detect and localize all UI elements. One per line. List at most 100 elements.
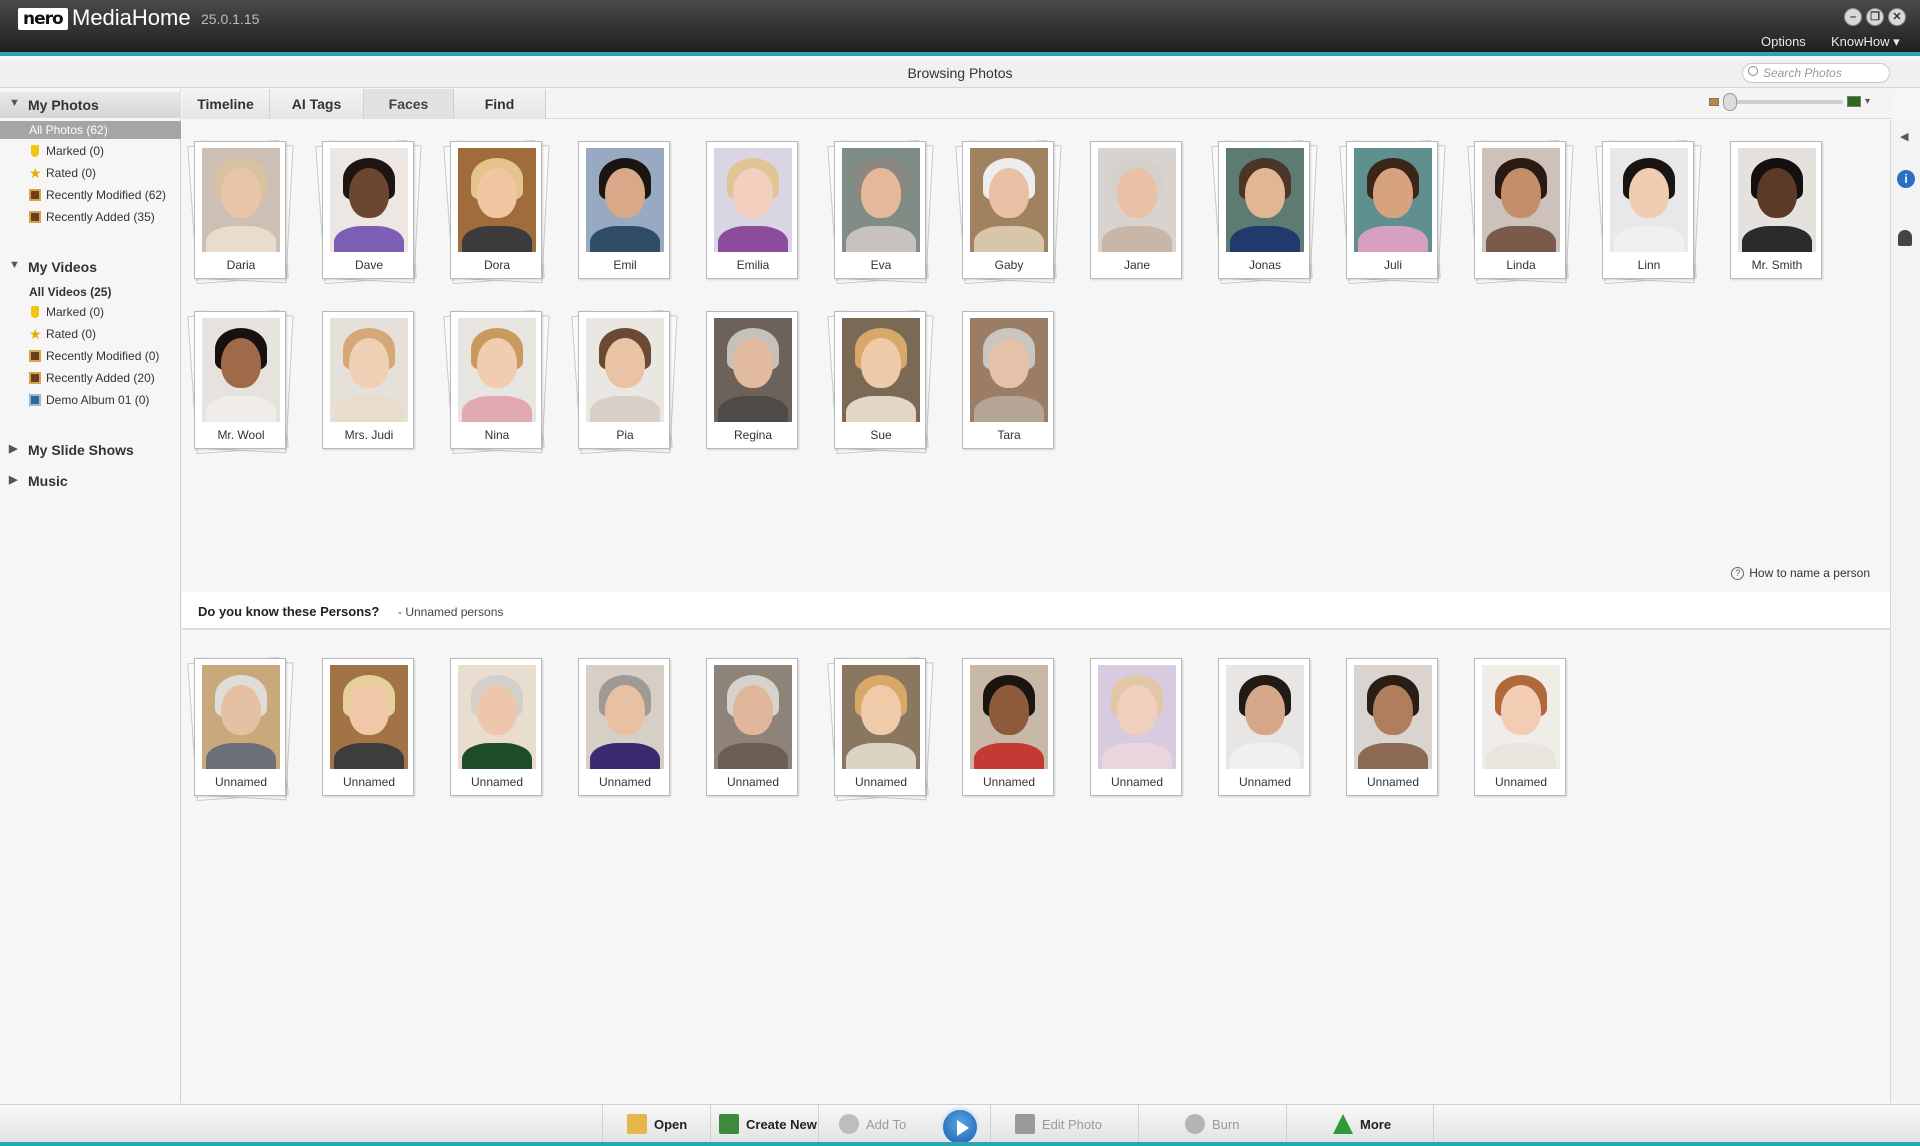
app-version: 25.0.1.15 [201, 11, 260, 27]
face-card[interactable]: Unnamed [1346, 658, 1438, 796]
face-name: Unnamed [342, 775, 396, 789]
sidebar-item-photos-marked[interactable]: Marked (0) [29, 142, 104, 160]
search-input[interactable]: Search Photos [1742, 63, 1890, 83]
add-to-button[interactable]: Add To [818, 1105, 940, 1143]
more-button[interactable]: More [1286, 1105, 1434, 1143]
view-options-icon[interactable]: ▾ [1865, 96, 1870, 107]
face-card[interactable]: Eva [827, 139, 934, 285]
my-slide-shows-header[interactable]: ▶ My Slide Shows [0, 437, 181, 463]
tab-find[interactable]: Find [454, 89, 546, 119]
options-menu[interactable]: Options [1761, 34, 1806, 49]
sidebar-item-demo-album[interactable]: Demo Album 01 (0) [29, 391, 149, 409]
play-button[interactable] [940, 1107, 980, 1146]
face-head [1501, 685, 1541, 735]
face-shoulders [974, 743, 1044, 769]
how-to-name-label: How to name a person [1749, 566, 1870, 580]
face-name: Dora [483, 258, 510, 272]
create-new-label: Create New [746, 1116, 817, 1132]
face-card[interactable]: Tara [962, 311, 1054, 449]
face-head [861, 685, 901, 735]
face-name: Jonas [1248, 258, 1282, 272]
face-card[interactable]: Mrs. Judi [322, 311, 414, 449]
sidebar-item-all-photos[interactable]: All Photos (62) [0, 121, 181, 139]
my-videos-header[interactable]: ▼ My Videos [0, 254, 181, 280]
tab-ai-tags[interactable]: AI Tags [270, 89, 364, 119]
create-new-button[interactable]: Create New [710, 1105, 818, 1143]
sidebar-item-photos-rated[interactable]: ★ Rated (0) [29, 164, 96, 182]
create-new-icon [719, 1114, 739, 1134]
close-icon[interactable]: ✕ [1888, 8, 1906, 26]
face-card[interactable]: Emil [578, 141, 670, 279]
face-card[interactable]: Jonas [1211, 139, 1318, 285]
edit-photo-button[interactable]: Edit Photo [990, 1105, 1138, 1143]
face-card[interactable]: Emilia [706, 141, 798, 279]
tab-faces[interactable]: Faces [364, 89, 454, 119]
face-card[interactable]: Unnamed [578, 658, 670, 796]
face-photo [458, 318, 536, 422]
face-card[interactable]: Gaby [955, 139, 1062, 285]
face-card[interactable]: Dora [443, 139, 550, 285]
face-card[interactable]: Regina [706, 311, 798, 449]
zoom-handle[interactable] [1722, 92, 1737, 111]
face-card[interactable]: Unnamed [1090, 658, 1182, 796]
face-card[interactable]: Daria [187, 139, 294, 285]
face-card[interactable]: Pia [571, 309, 678, 455]
face-head [1501, 168, 1541, 218]
music-header[interactable]: ▶ Music [0, 468, 181, 494]
face-photo [1226, 665, 1304, 769]
sidebar-item-videos-recently-added[interactable]: Recently Added (20) [29, 369, 155, 387]
face-photo [970, 665, 1048, 769]
face-card[interactable]: Unnamed [1474, 658, 1566, 796]
sidebar-item-photos-recently-added[interactable]: Recently Added (35) [29, 208, 155, 226]
info-icon[interactable]: i [1897, 170, 1915, 188]
open-button[interactable]: Open [602, 1105, 710, 1143]
sidebar-item-label: Rated (0) [46, 327, 97, 341]
face-card[interactable]: Unnamed [962, 658, 1054, 796]
face-photo [842, 665, 920, 769]
face-card[interactable]: Unnamed [706, 658, 798, 796]
face-card[interactable]: Dave [315, 139, 422, 285]
card-frame: Unnamed [194, 658, 286, 796]
sidebar-item-photos-recently-modified[interactable]: Recently Modified (62) [29, 186, 166, 204]
face-card[interactable]: Unnamed [322, 658, 414, 796]
sidebar-item-videos-recently-modified[interactable]: Recently Modified (0) [29, 347, 159, 365]
face-shoulders [846, 396, 916, 422]
more-label: More [1360, 1116, 1392, 1132]
face-card[interactable]: Mr. Wool [187, 309, 294, 455]
knowhow-menu[interactable]: KnowHow ▾ [1831, 34, 1900, 50]
face-photo [970, 318, 1048, 422]
tab-timeline[interactable]: Timeline [182, 89, 270, 119]
face-card[interactable]: Sue [827, 309, 934, 455]
face-photo [1482, 148, 1560, 252]
face-card[interactable]: Juli [1339, 139, 1446, 285]
face-card[interactable]: Nina [443, 309, 550, 455]
face-card[interactable]: Unnamed [450, 658, 542, 796]
person-tag-icon[interactable] [1898, 230, 1912, 246]
face-head [1117, 685, 1157, 735]
zoom-slider[interactable]: ▾ [1708, 92, 1870, 111]
card-frame: Daria [194, 141, 286, 279]
collapse-panel-icon[interactable]: ◀ [1900, 130, 1908, 143]
burn-disc-icon [1185, 1114, 1205, 1134]
face-shoulders [1358, 226, 1428, 252]
face-name: Unnamed [214, 775, 268, 789]
my-videos-label: My Videos [28, 259, 97, 275]
face-card[interactable]: Jane [1090, 141, 1182, 279]
face-name: Unnamed [854, 775, 908, 789]
how-to-name-link[interactable]: ? How to name a person [1731, 566, 1870, 580]
zoom-track[interactable] [1722, 92, 1843, 111]
face-card[interactable]: Linda [1467, 139, 1574, 285]
face-card[interactable]: Unnamed [827, 656, 934, 802]
sidebar-item-videos-marked[interactable]: Marked (0) [29, 303, 104, 321]
sidebar-item-videos-rated[interactable]: ★ Rated (0) [29, 325, 96, 343]
face-card[interactable]: Unnamed [1218, 658, 1310, 796]
face-card[interactable]: Unnamed [187, 656, 294, 802]
restore-icon[interactable]: ❐ [1866, 8, 1884, 26]
face-card[interactable]: Linn [1595, 139, 1702, 285]
my-photos-header[interactable]: ▼ My Photos [0, 92, 181, 118]
burn-button[interactable]: Burn [1138, 1105, 1286, 1143]
face-card[interactable]: Mr. Smith [1730, 141, 1822, 279]
minimize-icon[interactable]: – [1844, 8, 1862, 26]
face-shoulders [334, 396, 404, 422]
sidebar-item-all-videos[interactable]: All Videos (25) [29, 285, 111, 299]
